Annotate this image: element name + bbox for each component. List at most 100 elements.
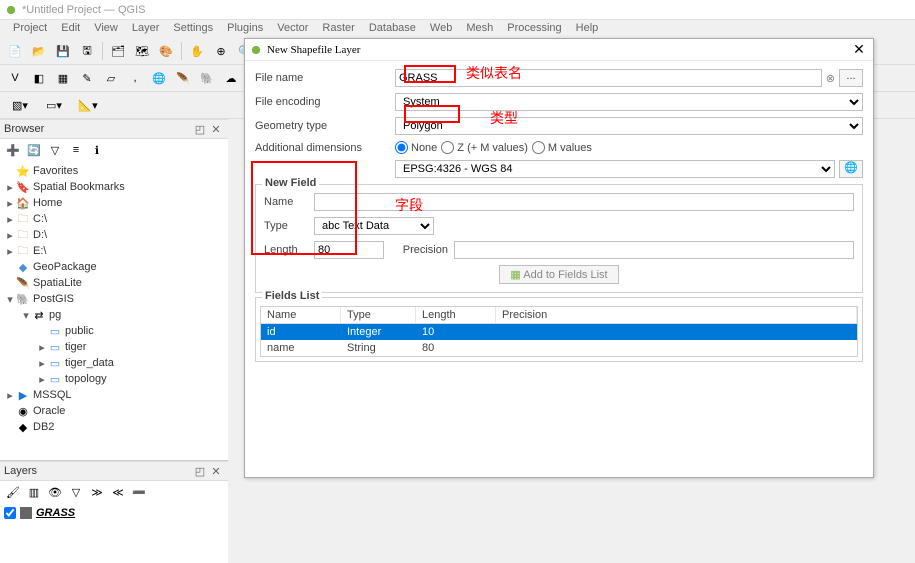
tree-item[interactable]: ▾🐘PostGIS [0, 291, 228, 307]
dim-zm-radio[interactable]: Z (+ M values) [441, 141, 528, 154]
save-as-icon[interactable]: 🖫 [76, 40, 98, 62]
open-project-icon[interactable]: 📂 [28, 40, 50, 62]
tree-item[interactable]: ◆GeoPackage [0, 259, 228, 275]
visibility-icon[interactable]: 👁 [46, 483, 64, 501]
properties-icon[interactable]: ℹ [88, 141, 106, 159]
tree-item[interactable]: ⭐Favorites [0, 163, 228, 179]
dim-m-radio[interactable]: M values [532, 141, 592, 154]
layer-row[interactable]: GRASS [4, 507, 224, 519]
select-dropdown-icon[interactable]: ▭▾ [38, 94, 70, 116]
layers-panel-title: Layers ◰ ✕ [0, 461, 228, 481]
menu-settings[interactable]: Settings [166, 20, 220, 38]
menu-plugins[interactable]: Plugins [220, 20, 270, 38]
fields-table[interactable]: NameTypeLengthPrecision idInteger10nameS… [260, 306, 858, 357]
menu-processing[interactable]: Processing [500, 20, 568, 38]
window-title: *Untitled Project — QGIS [22, 4, 146, 16]
add-feature-icon[interactable]: ▱ [100, 67, 122, 89]
tree-item[interactable]: ▸🗀D:\ [0, 227, 228, 243]
add-csv-icon[interactable]: , [124, 67, 146, 89]
tree-item[interactable]: ◆DB2 [0, 419, 228, 435]
add-spatialite-icon[interactable]: 🪶 [172, 67, 194, 89]
menu-help[interactable]: Help [569, 20, 606, 38]
tree-item[interactable]: ▭public [0, 323, 228, 339]
menu-layer[interactable]: Layer [125, 20, 167, 38]
add-layer-icon[interactable]: ➕ [4, 141, 22, 159]
field-name-input[interactable] [314, 193, 854, 211]
table-row[interactable]: nameString80 [261, 340, 857, 356]
browser-undock-icon[interactable]: ◰ [192, 122, 208, 136]
layer-swatch-icon [20, 507, 32, 519]
measure-dropdown-icon[interactable]: 📐▾ [72, 94, 104, 116]
tree-item[interactable]: ▸▭topology [0, 371, 228, 387]
collapse-icon[interactable]: ≡ [67, 141, 85, 159]
col-header[interactable]: Type [341, 307, 416, 323]
layers-close-icon[interactable]: ✕ [208, 464, 224, 478]
crs-select[interactable]: EPSG:4326 - WGS 84 [395, 160, 835, 178]
tree-item[interactable]: ▾⇄pg [0, 307, 228, 323]
file-name-input[interactable] [395, 69, 822, 87]
tree-item[interactable]: ▸🏠Home [0, 195, 228, 211]
collapse-layers-icon[interactable]: ≪ [109, 483, 127, 501]
file-encoding-select[interactable]: System [395, 93, 863, 111]
table-row[interactable]: idInteger10 [261, 324, 857, 340]
pan-selection-icon[interactable]: ⊕ [210, 40, 232, 62]
field-length-input[interactable] [314, 241, 384, 259]
layout-manager-icon[interactable]: 🗺 [131, 40, 153, 62]
field-type-select[interactable]: abc Text Data [314, 217, 434, 235]
tree-item[interactable]: ▸🗀C:\ [0, 211, 228, 227]
menu-web[interactable]: Web [423, 20, 459, 38]
tree-item[interactable]: 🪶SpatiaLite [0, 275, 228, 291]
remove-layer-icon[interactable]: ➖ [130, 483, 148, 501]
filter-layers-icon[interactable]: ▽ [67, 483, 85, 501]
pan-icon[interactable]: ✋ [186, 40, 208, 62]
style-manager-icon[interactable]: 🎨 [155, 40, 177, 62]
layout-icon[interactable]: 🗂 [107, 40, 129, 62]
field-precision-input[interactable] [454, 241, 854, 259]
tree-item[interactable]: ◉Oracle [0, 403, 228, 419]
menu-database[interactable]: Database [362, 20, 423, 38]
menu-vector[interactable]: Vector [270, 20, 315, 38]
add-fields-button[interactable]: ▦ Add to Fields List [499, 265, 618, 284]
filter-icon[interactable]: ▽ [46, 141, 64, 159]
col-header[interactable]: Precision [496, 307, 857, 323]
dialog-close-icon[interactable]: ✕ [849, 41, 869, 58]
crs-picker-button[interactable]: 🌐 [839, 160, 863, 178]
style-icon[interactable]: 🖌 [4, 483, 22, 501]
digitize-dropdown-icon[interactable]: ▧▾ [4, 94, 36, 116]
tree-item[interactable]: ▸🗀E:\ [0, 243, 228, 259]
menu-mesh[interactable]: Mesh [459, 20, 500, 38]
layer-checkbox[interactable] [4, 507, 16, 519]
add-mesh-icon[interactable]: ▦ [52, 67, 74, 89]
tree-item[interactable]: ▸▭tiger [0, 339, 228, 355]
geometry-type-select[interactable]: Polygon [395, 117, 863, 135]
clear-icon[interactable]: ⊗ [826, 72, 835, 85]
browser-tree[interactable]: ⭐Favorites▸🔖Spatial Bookmarks▸🏠Home▸🗀C:\… [0, 161, 228, 460]
add-ows-icon[interactable]: ☁ [220, 67, 242, 89]
add-group-icon[interactable]: ▥ [25, 483, 43, 501]
field-name-label: Name [264, 196, 314, 208]
add-raster-icon[interactable]: ◧ [28, 67, 50, 89]
tree-item[interactable]: ▸🔖Spatial Bookmarks [0, 179, 228, 195]
new-project-icon[interactable]: 📄 [4, 40, 26, 62]
tree-item[interactable]: ▸▭tiger_data [0, 355, 228, 371]
add-vector-icon[interactable]: V [4, 67, 26, 89]
col-header[interactable]: Length [416, 307, 496, 323]
edit-toggle-icon[interactable]: ✎ [76, 67, 98, 89]
dim-none-radio[interactable]: None [395, 141, 437, 154]
save-project-icon[interactable]: 💾 [52, 40, 74, 62]
menu-project[interactable]: Project [6, 20, 54, 38]
refresh-icon[interactable]: 🔄 [25, 141, 43, 159]
layers-undock-icon[interactable]: ◰ [192, 464, 208, 478]
tree-item[interactable]: ▸▶MSSQL [0, 387, 228, 403]
layers-label: Layers [4, 465, 192, 477]
add-wms-icon[interactable]: 🌐 [148, 67, 170, 89]
browser-close-icon[interactable]: ✕ [208, 122, 224, 136]
col-header[interactable]: Name [261, 307, 341, 323]
browse-button[interactable]: ... [839, 69, 863, 87]
layers-list[interactable]: GRASS [0, 503, 228, 563]
menu-view[interactable]: View [87, 20, 125, 38]
menu-edit[interactable]: Edit [54, 20, 87, 38]
menu-raster[interactable]: Raster [315, 20, 361, 38]
expand-layers-icon[interactable]: ≫ [88, 483, 106, 501]
add-postgis-icon[interactable]: 🐘 [196, 67, 218, 89]
